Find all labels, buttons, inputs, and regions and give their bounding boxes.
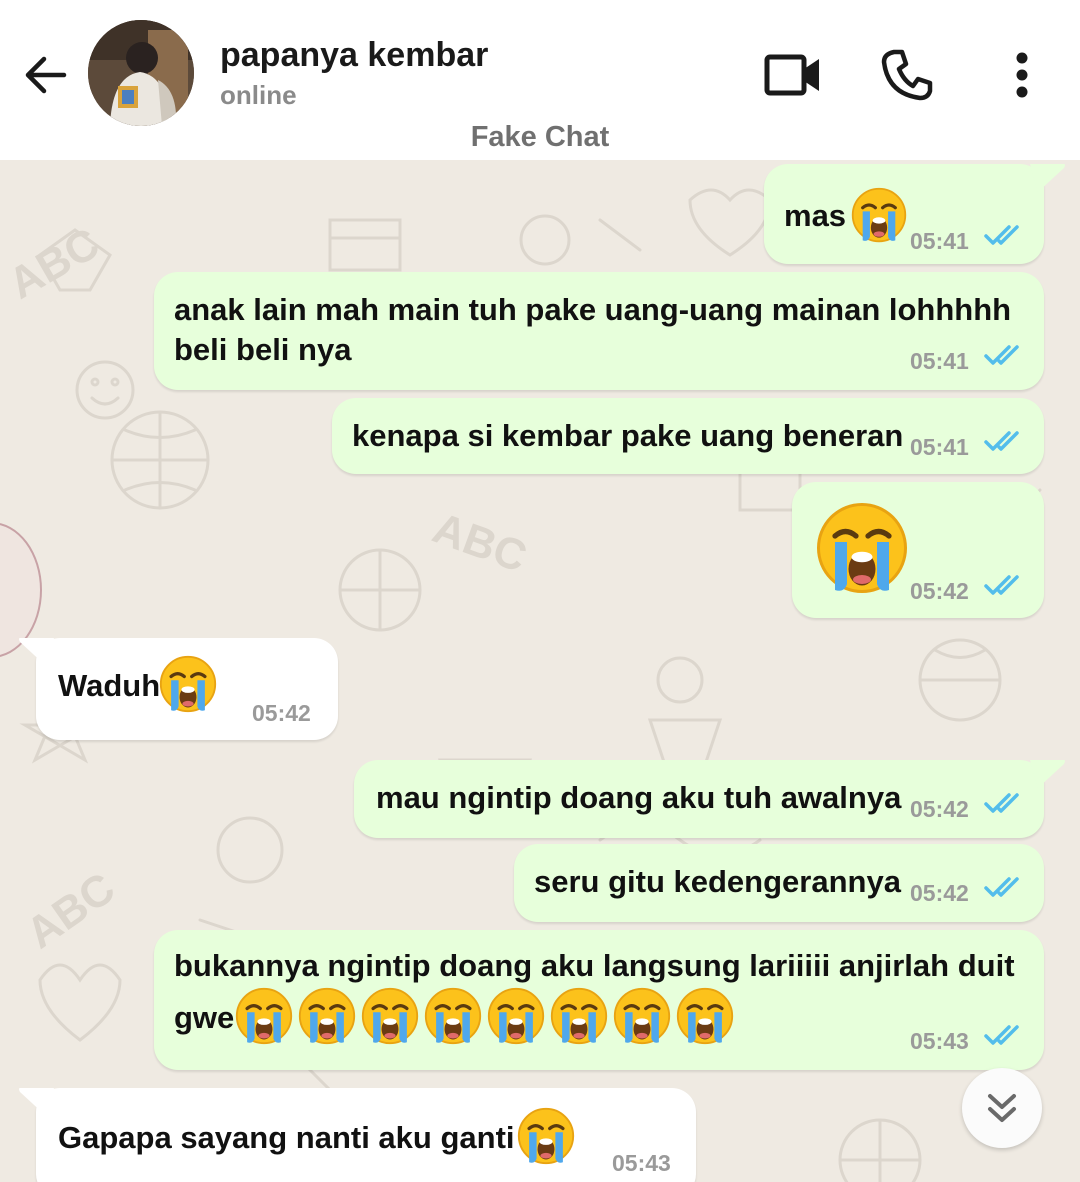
message-bubble-outgoing[interactable]: kenapa si kembar pake uang beneran 05:41 bbox=[332, 398, 1044, 474]
loudly-crying-face-icon bbox=[487, 987, 545, 1045]
message-text: seru gitu kedengerannya bbox=[534, 864, 901, 899]
message-text: anak lain mah main tuh pake uang-uang ma… bbox=[174, 292, 1012, 327]
back-button[interactable] bbox=[18, 48, 72, 102]
message-bubble-outgoing[interactable]: 05:42 bbox=[792, 482, 1044, 618]
bubble-tail bbox=[19, 1088, 54, 1116]
loudly-crying-face-icon bbox=[298, 987, 356, 1045]
message-time: 05:41 bbox=[910, 348, 969, 374]
read-receipt-icon bbox=[984, 575, 1019, 595]
chat-header: papanya kembar online Fake Chat bbox=[0, 0, 1080, 160]
scroll-to-bottom-button[interactable] bbox=[962, 1068, 1042, 1148]
read-receipt-icon bbox=[984, 225, 1019, 245]
message-bubble-outgoing[interactable]: seru gitu kedengerannya 05:42 bbox=[514, 844, 1044, 922]
message-time: 05:42 bbox=[910, 796, 969, 822]
voice-call-icon bbox=[881, 49, 933, 101]
message-time: 05:43 bbox=[612, 1150, 671, 1176]
message-text: kenapa si kembar pake uang beneran bbox=[352, 418, 904, 453]
message-time: 05:42 bbox=[910, 578, 969, 604]
contact-status: online bbox=[220, 80, 297, 110]
message-text: Gapapa sayang nanti aku ganti bbox=[58, 1120, 515, 1155]
loudly-crying-face-icon bbox=[235, 987, 293, 1045]
message-text: mas bbox=[784, 198, 847, 233]
svg-text:ABC: ABC bbox=[427, 503, 533, 582]
message-time: 05:42 bbox=[252, 700, 311, 726]
message-text: Waduh bbox=[58, 668, 161, 703]
message-time: 05:41 bbox=[910, 434, 969, 460]
loudly-crying-face-icon bbox=[676, 987, 734, 1045]
bubble-tail bbox=[1030, 760, 1065, 788]
message-text-line2: gwe bbox=[174, 1000, 235, 1035]
message-bubble-outgoing[interactable]: mas 05:41 bbox=[764, 164, 1065, 264]
bubble-tail bbox=[1030, 164, 1065, 192]
message-text: bukannya ngintip doang aku langsung lari… bbox=[174, 948, 1015, 983]
svg-text:ABC: ABC bbox=[1, 219, 108, 309]
loudly-crying-face-icon bbox=[817, 503, 907, 593]
read-receipt-icon bbox=[984, 877, 1019, 897]
svg-text:ABC: ABC bbox=[18, 863, 124, 958]
message-time: 05:43 bbox=[910, 1028, 969, 1054]
loudly-crying-face-icon bbox=[517, 1107, 575, 1165]
message-time: 05:41 bbox=[910, 228, 969, 254]
message-bubble-incoming[interactable]: Waduh 05:42 bbox=[19, 638, 338, 740]
video-call-button[interactable] bbox=[758, 40, 828, 110]
loudly-crying-face-icon bbox=[613, 987, 671, 1045]
emoji-row bbox=[234, 986, 735, 1048]
read-receipt-icon bbox=[984, 431, 1019, 451]
read-receipt-icon bbox=[984, 345, 1019, 365]
message-bubble-incoming[interactable]: Gapapa sayang nanti aku ganti 05:43 bbox=[19, 1088, 696, 1182]
back-arrow-icon bbox=[25, 56, 67, 94]
more-options-icon bbox=[1016, 52, 1028, 98]
read-receipt-icon bbox=[984, 793, 1019, 813]
chat-area[interactable]: ABC ABC ABC ABC mas 05:41 anak lain mah … bbox=[0, 160, 1080, 1182]
contact-avatar[interactable] bbox=[88, 20, 194, 126]
contact-name[interactable]: papanya kembar bbox=[220, 36, 488, 75]
loudly-crying-face-icon bbox=[361, 987, 419, 1045]
message-bubble-outgoing[interactable]: mau ngintip doang aku tuh awalnya 05:42 bbox=[354, 760, 1065, 838]
message-text: mau ngintip doang aku tuh awalnya bbox=[376, 780, 902, 815]
message-time: 05:42 bbox=[910, 880, 969, 906]
fake-chat-watermark: Fake Chat bbox=[470, 121, 610, 153]
avatar-photo bbox=[88, 20, 194, 126]
message-text-line2: beli beli nya bbox=[174, 332, 352, 367]
video-call-icon bbox=[764, 54, 819, 96]
bubble-tail bbox=[19, 638, 54, 666]
more-options-button[interactable] bbox=[987, 40, 1057, 110]
loudly-crying-face-icon bbox=[424, 987, 482, 1045]
message-bubble-outgoing[interactable]: bukannya ngintip doang aku langsung lari… bbox=[154, 930, 1044, 1070]
loudly-crying-face-icon bbox=[851, 187, 907, 243]
loudly-crying-face-icon bbox=[550, 987, 608, 1045]
message-bubble-outgoing[interactable]: anak lain mah main tuh pake uang-uang ma… bbox=[154, 272, 1044, 390]
loudly-crying-face-icon bbox=[159, 655, 217, 713]
read-receipt-icon bbox=[984, 1025, 1019, 1045]
voice-call-button[interactable] bbox=[872, 40, 942, 110]
double-chevron-down-icon bbox=[988, 1094, 1016, 1122]
